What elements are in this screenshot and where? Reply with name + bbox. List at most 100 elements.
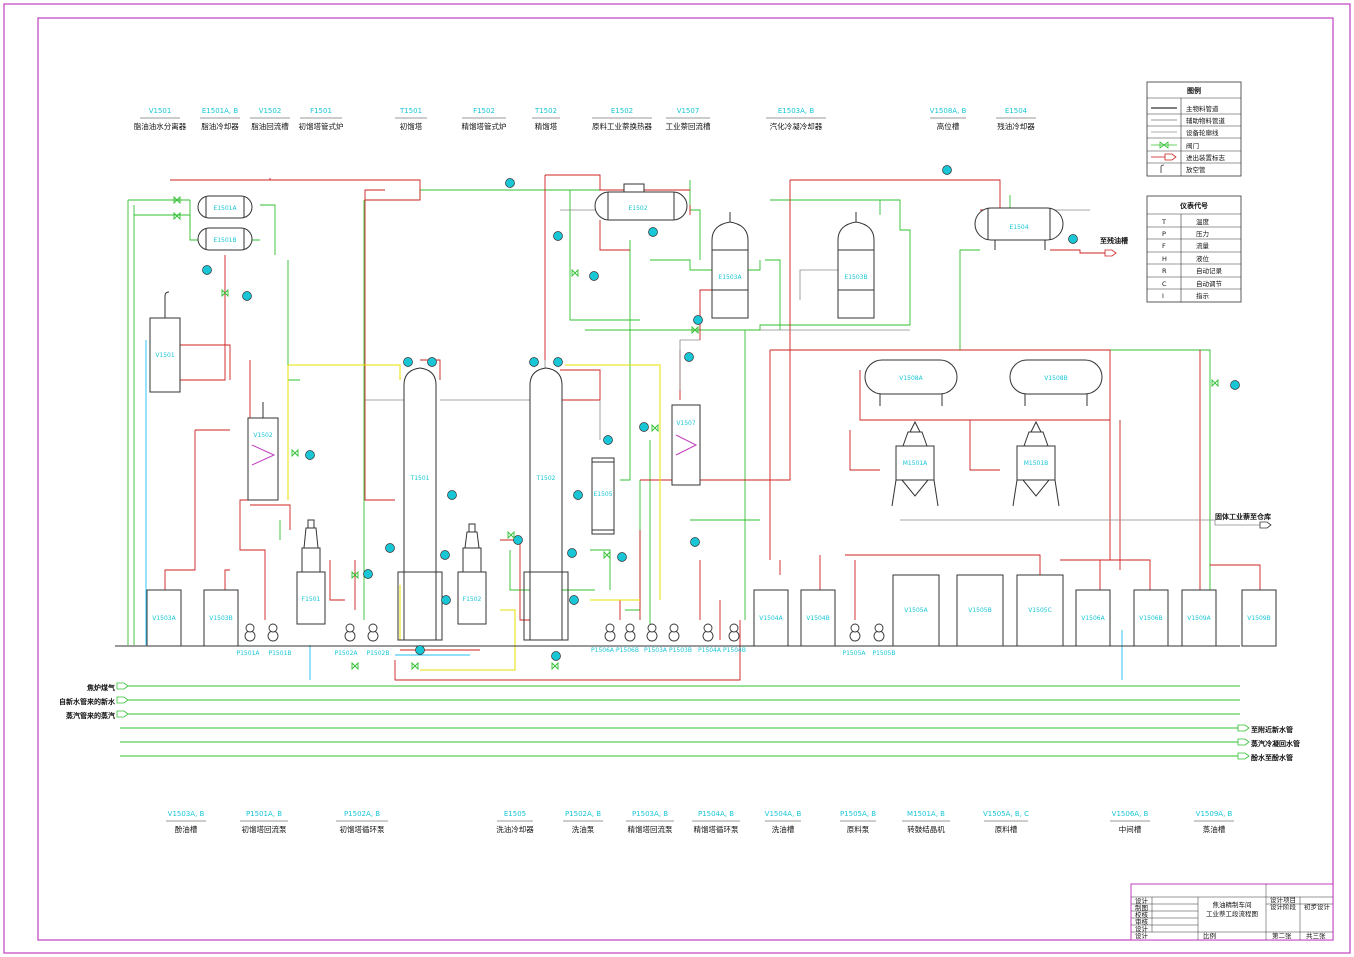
label-name: 酚油槽 [175, 824, 198, 834]
instrument-meaning: 流量 [1196, 241, 1210, 250]
label-code: T1502 [534, 107, 557, 115]
equipment-tag: E1505 [593, 491, 612, 498]
pump-tag: P1504A P1504B [698, 647, 746, 654]
top-equipment-labels: V1501 脂油油水分离器 E1501A, B 脂油冷却器 V1502 脂油回流槽 F… [134, 107, 1036, 131]
legend-item: 进出装置标志 [1186, 153, 1226, 162]
equipment-tag: T1501 [410, 475, 430, 482]
equipment-tag: E1503A [718, 274, 742, 281]
instrument-letter: R [1162, 267, 1167, 275]
residue-stream-label: 至残油槽 [1100, 236, 1128, 245]
label-name: 脂油油水分离器 [134, 121, 187, 131]
label-code: F1502 [473, 107, 495, 115]
condenser-e1503a: E1503A [711, 212, 749, 319]
sheet-number: 第二张 [1272, 931, 1292, 940]
instrument-bubble [617, 552, 627, 562]
bottom-label: E1505 洗油冷却器 [496, 810, 534, 834]
pump-p1501b [267, 623, 279, 642]
exchanger-e1502: E1502 [594, 183, 688, 221]
column-t1502: T1502 [523, 367, 569, 641]
top-label: E1504 残油冷却器 [996, 107, 1036, 131]
label-name: 精馏塔管式炉 [462, 121, 507, 131]
label-code: V1503A, B [168, 810, 205, 818]
equipment-tag: E1504 [1009, 224, 1028, 231]
bottom-label: V1505A, B, C 原料槽 [983, 810, 1029, 834]
bottom-label: V1504A, B 洗油槽 [765, 810, 802, 834]
equipment-tag: V1503A [152, 615, 176, 622]
tank-v1506b: V1506B [1133, 589, 1169, 647]
instrument-bubble [305, 450, 315, 460]
valve [507, 530, 515, 540]
instrument-meaning: 自动调节 [1196, 279, 1223, 288]
label-code: P1501A, B [246, 810, 282, 818]
valve [651, 423, 659, 433]
equipment-tag: V1508B [1044, 375, 1068, 382]
column-t1501: T1501 [397, 367, 443, 641]
equipment-tag: V1505A [904, 607, 928, 614]
label-code: V1507 [677, 107, 700, 115]
label-code: P1502A, B [565, 810, 601, 818]
equipment-tag: V1505C [1028, 607, 1052, 614]
crystallizer-m1501a: M1501A [891, 420, 939, 507]
pump-p1505b [873, 623, 885, 642]
label-code: V1501 [149, 107, 172, 115]
instrument-bubble [569, 595, 579, 605]
drawing-title-line2: 工业萘工段流程图 [1206, 909, 1258, 918]
valve [291, 448, 299, 458]
equipment-tag: F1501 [302, 596, 321, 603]
inlet-tag-icon [116, 710, 129, 718]
tank-v1504a: V1504A [753, 589, 789, 647]
reflux-tank-v1502: V1502 [247, 402, 279, 501]
outlet-tag-icon [1237, 738, 1250, 746]
bottom-label: P1501A, B 初馏塔回流泵 [240, 810, 288, 834]
equipment-tag: V1509B [1247, 615, 1271, 622]
instrument-bubble [202, 265, 212, 275]
bottom-label: V1509A, B 蒸油槽 [1194, 810, 1234, 834]
pump-tag: P1502B [366, 650, 389, 657]
instrument-bubble [513, 535, 523, 545]
label-code: E1505 [504, 810, 526, 818]
label-code: E1503A, B [778, 107, 814, 115]
instrument-bubble [573, 490, 583, 500]
instrument-bubble [639, 422, 649, 432]
label-code: P1504A, B [698, 810, 734, 818]
equipment-tag: V1506A [1081, 615, 1105, 622]
pump-p1501a [244, 623, 256, 642]
tank-v1505b: V1505B [956, 574, 1004, 647]
pump-tag: P1502A [335, 650, 359, 657]
high-tank-v1508b: V1508B [1009, 359, 1103, 406]
pump-tags: P1501A P1501B P1502A P1502B P1506A P1506… [237, 647, 896, 657]
equipment-tag: M1501B [1024, 460, 1049, 467]
top-label: E1502 原料工业萘换热器 [592, 107, 652, 131]
instrument-bubble [567, 548, 577, 558]
stream-out-label: 至附近新水管 [1251, 725, 1293, 734]
tank-v1509b: V1509B [1241, 589, 1277, 647]
label-name: 残油冷却器 [997, 121, 1035, 131]
bottom-equipment-labels: V1503A, B 酚油槽 P1501A, B 初馏塔回流泵 P1502A, B 初馏… [166, 810, 1234, 834]
instrument-bubble [942, 165, 952, 175]
instrument-bubble [447, 490, 457, 500]
label-name: 洗油泵 [572, 824, 595, 834]
instrument-bubble [441, 595, 451, 605]
tank-v1504b: V1504B [800, 589, 836, 647]
instrument-bubble [553, 231, 563, 241]
outlet-tag-icon [1259, 521, 1272, 529]
label-name: 原料槽 [995, 824, 1018, 834]
label-code: V1508A, B [930, 107, 967, 115]
stream-labels: 焦炉煤气 自新水管来的新水 蒸汽管来的蒸汽 至附近新水管 蒸汽冷凝回水管 酚水至… [59, 236, 1300, 762]
stream-in-label: 蒸汽管来的蒸汽 [66, 711, 115, 720]
instrument-meaning: 自动记录 [1196, 266, 1223, 275]
pump-p1504a [646, 623, 658, 642]
top-label: V1501 脂油油水分离器 [134, 107, 187, 131]
valve [351, 661, 359, 671]
instrument-meaning: 温度 [1196, 217, 1210, 226]
pump-tag: P1501B [268, 650, 291, 657]
equipment-tag: V1504A [759, 615, 783, 622]
equipment-tag: V1505B [968, 607, 992, 614]
tank-v1505c: V1505C [1016, 574, 1064, 647]
instrument-bubble [603, 435, 613, 445]
label-name: 高位槽 [937, 121, 960, 131]
label-name: 初馏塔 [400, 121, 423, 131]
equipment-tag: V1501 [155, 352, 175, 359]
furnace-f1502: F1502 [457, 523, 487, 625]
outlet-tag-icon [1104, 249, 1117, 257]
